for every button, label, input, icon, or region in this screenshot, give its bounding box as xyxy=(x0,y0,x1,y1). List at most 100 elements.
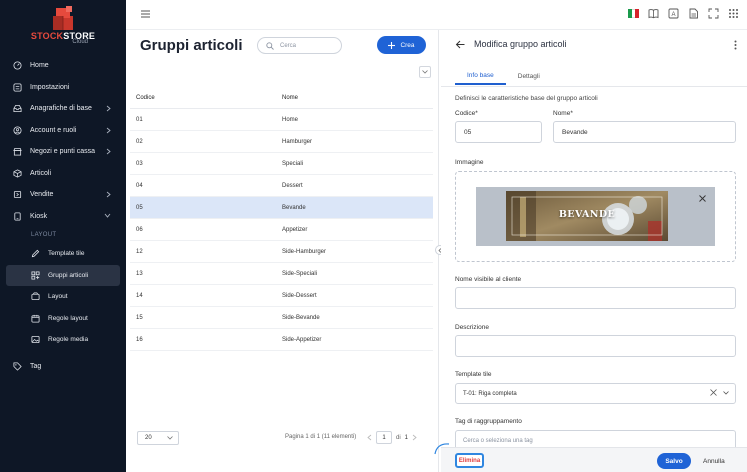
banner-text: BEVANDE xyxy=(558,209,616,220)
display-name-field[interactable] xyxy=(455,287,736,309)
sidebar-item-home[interactable]: Home xyxy=(0,55,126,77)
template-select[interactable]: T-01: Riga completa xyxy=(455,383,736,404)
tag-placeholder: Cerca o seleziona una tag xyxy=(463,437,533,444)
page-nav: 1 di 1 xyxy=(367,431,417,444)
inbox-icon xyxy=(13,104,22,113)
sliders-icon xyxy=(13,83,22,92)
more-vertical-icon[interactable] xyxy=(734,40,737,50)
image-dropzone[interactable]: BEVANDE xyxy=(455,171,736,262)
code-label: Codice* xyxy=(455,110,478,117)
clear-icon[interactable] xyxy=(710,389,717,396)
tab-dettagli[interactable]: Dettagli xyxy=(506,68,552,85)
chevron-left-icon[interactable] xyxy=(367,434,372,441)
create-button[interactable]: Crea xyxy=(377,36,426,54)
delete-button[interactable]: Elimina xyxy=(455,453,484,468)
cell-name: Dessert xyxy=(282,182,303,189)
name-field[interactable]: Bevande xyxy=(553,121,736,143)
table-row[interactable]: 14 Side-Dessert xyxy=(130,285,433,307)
top-bar-actions: A xyxy=(628,8,739,19)
display-name-label: Nome visibile al cliente xyxy=(455,276,522,283)
top-bar: A xyxy=(126,0,747,30)
sidebar-subitem-gruppi-articoli[interactable]: Gruppi articoli xyxy=(6,264,120,286)
table-row[interactable]: 12 Side-Hamburger xyxy=(130,241,433,263)
create-button-label: Crea xyxy=(400,41,415,49)
page-number-input[interactable]: 1 xyxy=(376,431,392,444)
svg-text:A: A xyxy=(671,12,675,18)
sidebar-item-account[interactable]: Account e ruoli xyxy=(0,120,126,142)
description-field[interactable] xyxy=(455,335,736,357)
sidebar-item-tag[interactable]: Tag xyxy=(0,356,126,378)
detail-panel: Modifica gruppo articoli Info base Detta… xyxy=(434,30,747,472)
sidebar-item-label: Gruppi articoli xyxy=(48,271,89,279)
code-field[interactable]: 05 xyxy=(455,121,542,143)
description-label: Descrizione xyxy=(455,324,489,331)
chevron-right-icon[interactable] xyxy=(412,434,417,441)
sidebar-item-negozi[interactable]: Negozi e punti cassa xyxy=(0,141,126,163)
chevron-right-icon xyxy=(106,105,111,112)
document-icon[interactable] xyxy=(688,8,699,19)
sidebar-item-kiosk[interactable]: Kiosk xyxy=(0,206,126,228)
sidebar-item-label: Template tile xyxy=(48,250,85,258)
table-row[interactable]: 03 Speciali xyxy=(130,153,433,175)
table-row[interactable]: 05 Bevande xyxy=(130,197,433,219)
sidebar-subitem-regole-layout[interactable]: Regole layout xyxy=(0,308,126,330)
sidebar-subitem-regole-media[interactable]: Regole media xyxy=(0,329,126,351)
column-header-name[interactable]: Nome xyxy=(282,95,433,101)
tab-info-base[interactable]: Info base xyxy=(455,68,506,85)
search-input[interactable]: Cerca xyxy=(257,37,342,54)
sidebar-item-vendite[interactable]: Vendite xyxy=(0,184,126,206)
gauge-icon xyxy=(13,61,22,70)
sidebar-item-impostazioni[interactable]: Impostazioni xyxy=(0,77,126,99)
cell-name: Side-Speciali xyxy=(282,270,318,277)
hamburger-menu-icon[interactable] xyxy=(141,10,150,18)
flag-italy-icon[interactable] xyxy=(628,9,640,18)
name-label: Nome* xyxy=(553,110,573,117)
back-arrow-icon[interactable] xyxy=(455,40,465,49)
sidebar: STOCKSTORE Cloud Home Impostazioni Anagr… xyxy=(0,0,126,472)
sidebar-item-anagrafiche[interactable]: Anagrafiche di base xyxy=(0,98,126,120)
cell-code: 02 xyxy=(136,138,143,145)
template-value: T-01: Riga completa xyxy=(463,390,517,397)
sidebar-item-articoli[interactable]: Articoli xyxy=(0,163,126,185)
table-header: Codice Nome xyxy=(130,87,433,109)
table-row[interactable]: 06 Appetizer xyxy=(130,219,433,241)
grid-dots-icon[interactable] xyxy=(728,8,739,19)
tag-icon xyxy=(13,362,22,371)
sidebar-subitem-layout[interactable]: Layout xyxy=(0,286,126,308)
sidebar-subitem-template-tile[interactable]: Template tile xyxy=(0,243,126,265)
remove-image-icon[interactable] xyxy=(699,195,706,202)
cell-name: Bevande xyxy=(282,204,306,211)
column-header-code[interactable]: Codice xyxy=(130,95,282,101)
cell-code: 15 xyxy=(136,314,143,321)
cell-name: Side-Bevande xyxy=(282,314,320,321)
image-preview: BEVANDE xyxy=(476,187,715,246)
table-row[interactable]: 04 Dessert xyxy=(130,175,433,197)
table-row[interactable]: 13 Side-Speciali xyxy=(130,263,433,285)
cell-code: 04 xyxy=(136,182,143,189)
fullscreen-icon[interactable] xyxy=(708,8,719,19)
filter-toggle-button[interactable] xyxy=(419,66,431,78)
table-row[interactable]: 02 Hamburger xyxy=(130,131,433,153)
brand-logo[interactable]: STOCKSTORE Cloud xyxy=(0,4,126,50)
save-button[interactable]: Salvo xyxy=(657,453,691,469)
chevron-right-icon xyxy=(106,191,111,198)
page-size-select[interactable]: 20 xyxy=(137,431,179,445)
sidebar-item-label: Impostazioni xyxy=(30,83,70,91)
detail-tabs: Info base Dettagli xyxy=(455,68,552,85)
book-icon[interactable] xyxy=(648,8,659,19)
tabs-divider xyxy=(441,86,747,87)
form-intro: Definisci le caratteristiche base del gr… xyxy=(455,95,598,102)
cell-code: 14 xyxy=(136,292,143,299)
cancel-button[interactable]: Annulla xyxy=(703,453,725,469)
cell-code: 05 xyxy=(136,204,143,211)
cart-icon xyxy=(13,190,22,199)
cell-code: 13 xyxy=(136,270,143,277)
cell-code: 16 xyxy=(136,336,143,343)
translate-icon[interactable]: A xyxy=(668,8,679,19)
table-row[interactable]: 16 Side-Appetizer xyxy=(130,329,433,351)
table-row[interactable]: 15 Side-Bevande xyxy=(130,307,433,329)
page-info: Pagina 1 di 1 (11 elementi) xyxy=(285,434,357,440)
cell-name: Home xyxy=(282,116,299,123)
table-row[interactable]: 01 Home xyxy=(130,109,433,131)
tablet-icon xyxy=(13,212,22,221)
